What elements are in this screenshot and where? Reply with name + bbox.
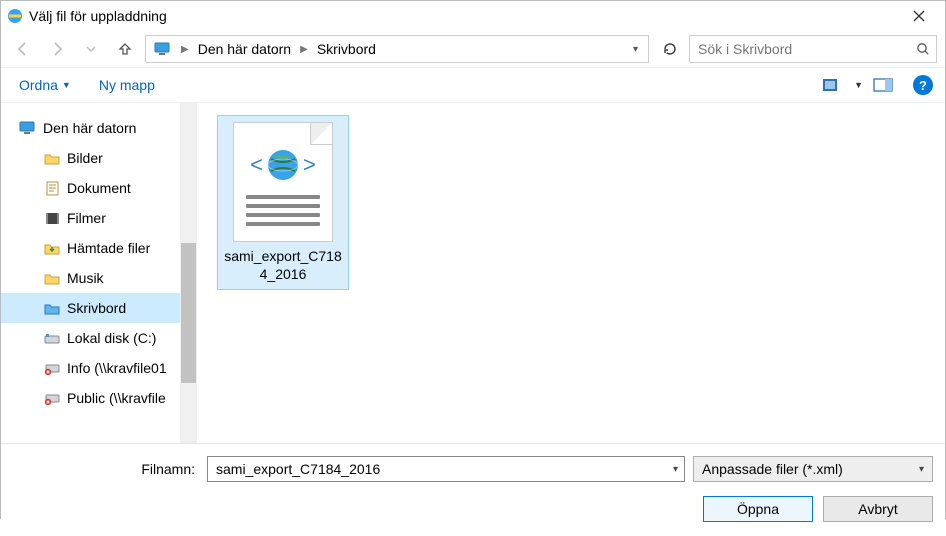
document-icon bbox=[43, 181, 61, 196]
filter-label: Anpassade filer (*.xml) bbox=[702, 461, 843, 477]
breadcrumb-dropdown[interactable]: ▾ bbox=[627, 44, 644, 55]
tree-item-label: Info (\\kravfile01 bbox=[67, 360, 167, 376]
tree-item-label: Skrivbord bbox=[67, 300, 126, 316]
search-icon[interactable] bbox=[916, 42, 930, 56]
view-mode-button[interactable] bbox=[820, 74, 846, 96]
tree-item-musik[interactable]: Musik bbox=[1, 263, 197, 293]
tree-item-label: Lokal disk (C:) bbox=[67, 330, 156, 346]
video-icon bbox=[43, 212, 61, 225]
tree-item-hamtade[interactable]: Hämtade filer bbox=[1, 233, 197, 263]
footer: Filnamn: ▾ Anpassade filer (*.xml) ▾ Öpp… bbox=[1, 443, 945, 536]
nav-back-button[interactable] bbox=[9, 35, 37, 63]
tree-item-label: Musik bbox=[67, 270, 104, 286]
recent-locations-button[interactable] bbox=[77, 35, 105, 63]
nav-forward-button[interactable] bbox=[43, 35, 71, 63]
help-button[interactable]: ? bbox=[913, 75, 933, 95]
tree-item-net-public[interactable]: Public (\\kravfile bbox=[1, 383, 197, 413]
organize-label: Ordna bbox=[19, 77, 58, 93]
filetype-filter[interactable]: Anpassade filer (*.xml) ▾ bbox=[693, 456, 933, 482]
music-icon bbox=[43, 272, 61, 285]
search-box[interactable] bbox=[689, 35, 937, 63]
organize-menu[interactable]: Ordna ▼ bbox=[13, 73, 77, 97]
tree-item-label: Bilder bbox=[67, 150, 103, 166]
tree-item-skrivbord[interactable]: Skrivbord bbox=[1, 293, 197, 323]
xml-file-icon: < > bbox=[233, 122, 333, 242]
tree-scrollbar[interactable] bbox=[180, 103, 197, 443]
file-label: sami_export_C7184_2016 bbox=[224, 248, 342, 283]
preview-pane-button[interactable] bbox=[871, 74, 897, 96]
download-icon bbox=[43, 242, 61, 255]
breadcrumb-current[interactable]: Skrivbord bbox=[313, 39, 380, 59]
breadcrumb-root[interactable]: Den här datorn bbox=[194, 39, 295, 59]
tree-root-label: Den här datorn bbox=[43, 120, 136, 136]
tree-item-dokument[interactable]: Dokument bbox=[1, 173, 197, 203]
toolbar: Ordna ▼ Ny mapp ▼ ? bbox=[1, 67, 945, 103]
filename-label: Filnamn: bbox=[13, 461, 199, 477]
tree-item-net-info[interactable]: Info (\\kravfile01 bbox=[1, 353, 197, 383]
tree-item-label: Dokument bbox=[67, 180, 131, 196]
filename-input[interactable] bbox=[214, 460, 673, 478]
nav-up-button[interactable] bbox=[111, 35, 139, 63]
desktop-icon bbox=[43, 302, 61, 315]
title-bar: Välj fil för uppladdning bbox=[1, 1, 945, 31]
chevron-right-icon[interactable]: ▶ bbox=[297, 44, 311, 55]
tree-item-bilder[interactable]: Bilder bbox=[1, 143, 197, 173]
file-pane[interactable]: < > sami_export_C7184_2016 bbox=[197, 103, 945, 443]
chevron-down-icon: ▾ bbox=[919, 464, 924, 475]
chevron-down-icon[interactable]: ▼ bbox=[854, 80, 863, 90]
network-drive-error-icon bbox=[43, 362, 61, 375]
tree-item-label: Filmer bbox=[67, 210, 106, 226]
scrollbar-thumb[interactable] bbox=[181, 243, 196, 383]
chevron-right-icon[interactable]: ▶ bbox=[178, 44, 192, 55]
file-item[interactable]: < > sami_export_C7184_2016 bbox=[217, 115, 349, 290]
network-drive-error-icon bbox=[43, 392, 61, 405]
chevron-down-icon[interactable]: ▾ bbox=[673, 464, 678, 475]
pc-icon bbox=[19, 121, 37, 135]
window-title: Välj fil för uppladdning bbox=[29, 8, 899, 24]
tree-item-filmer[interactable]: Filmer bbox=[1, 203, 197, 233]
search-input[interactable] bbox=[696, 40, 916, 58]
pc-icon bbox=[154, 42, 172, 56]
refresh-button[interactable] bbox=[655, 35, 683, 63]
tree-item-label: Public (\\kravfile bbox=[67, 390, 166, 406]
ie-icon bbox=[7, 8, 23, 24]
folder-icon bbox=[43, 152, 61, 165]
drive-icon bbox=[43, 332, 61, 345]
tree-item-localdisk[interactable]: Lokal disk (C:) bbox=[1, 323, 197, 353]
close-button[interactable] bbox=[899, 1, 939, 31]
filename-combo[interactable]: ▾ bbox=[207, 456, 685, 482]
cancel-button[interactable]: Avbryt bbox=[823, 496, 933, 522]
tree-item-label: Hämtade filer bbox=[67, 240, 150, 256]
nav-tree[interactable]: Den här datorn Bilder Dokument Filmer Hä… bbox=[1, 103, 197, 443]
breadcrumb[interactable]: ▶ Den här datorn ▶ Skrivbord ▾ bbox=[145, 35, 649, 63]
body: Den här datorn Bilder Dokument Filmer Hä… bbox=[1, 103, 945, 443]
new-folder-button[interactable]: Ny mapp bbox=[93, 73, 161, 97]
chevron-down-icon: ▼ bbox=[62, 80, 71, 90]
new-folder-label: Ny mapp bbox=[99, 77, 155, 93]
nav-row: ▶ Den här datorn ▶ Skrivbord ▾ bbox=[1, 31, 945, 67]
tree-root[interactable]: Den här datorn bbox=[1, 113, 197, 143]
open-button[interactable]: Öppna bbox=[703, 496, 813, 522]
